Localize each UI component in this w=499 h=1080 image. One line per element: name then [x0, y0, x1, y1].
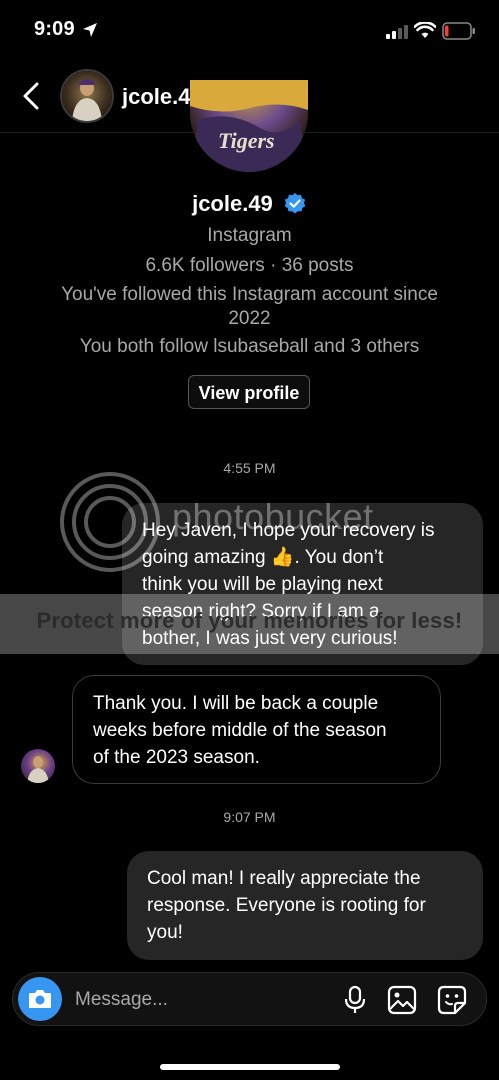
- photobucket-logo-icon: [60, 472, 160, 572]
- profile-username: jcole.49: [192, 191, 273, 217]
- mutual-followers: You both follow lsubaseball and 3 others: [79, 336, 420, 357]
- message-line: of the 2023 season.: [93, 747, 260, 768]
- message-composer: [12, 972, 487, 1026]
- view-profile-button[interactable]: View profile: [188, 375, 310, 409]
- sent-message-bubble[interactable]: Cool man! I really appreciate the respon…: [127, 851, 483, 960]
- svg-text:Tigers: Tigers: [218, 128, 275, 153]
- wifi-icon: [414, 22, 436, 38]
- status-bar: 9:09: [0, 0, 499, 62]
- avatar-photo-icon: [72, 79, 102, 121]
- watermark-brand: photobucket: [172, 496, 374, 537]
- followed-since-line2: 2022: [228, 308, 271, 329]
- chevron-left-icon[interactable]: [18, 80, 46, 112]
- followed-since-line1: You've followed this Instagram account s…: [61, 284, 438, 305]
- message-line: going amazing 👍. You don’t: [142, 547, 384, 568]
- avatar-photo-icon: Tigers: [190, 80, 308, 172]
- sender-avatar[interactable]: [21, 749, 55, 783]
- profile-avatar[interactable]: Tigers: [190, 80, 308, 172]
- location-arrow-icon: [83, 23, 97, 37]
- cellular-signal-icon: [386, 25, 408, 39]
- battery-icon: [442, 22, 475, 40]
- message-line: response. Everyone is rooting for: [147, 895, 426, 916]
- received-message-bubble[interactable]: Thank you. I will be back a couple weeks…: [72, 675, 441, 784]
- sticker-icon[interactable]: [437, 985, 467, 1015]
- message-line: Thank you. I will be back a couple: [93, 693, 379, 714]
- message-line: weeks before middle of the season: [93, 720, 387, 741]
- header-avatar[interactable]: [62, 71, 112, 121]
- message-timestamp: 9:07 PM: [223, 809, 276, 825]
- profile-stats: 6.6K followers · 36 posts: [145, 255, 354, 276]
- camera-button[interactable]: [18, 977, 62, 1021]
- watermark-banner-text: Protect more of your memories for less!: [36, 608, 463, 633]
- message-input[interactable]: [73, 985, 327, 1015]
- home-indicator[interactable]: [160, 1064, 340, 1070]
- verified-badge-icon: [284, 193, 306, 214]
- profile-name: jcole.49: [0, 190, 499, 217]
- message-line: Cool man! I really appreciate the: [147, 868, 421, 889]
- status-time: 9:09: [34, 18, 75, 40]
- microphone-icon[interactable]: [343, 985, 367, 1015]
- profile-platform: Instagram: [207, 225, 292, 246]
- image-icon[interactable]: [387, 985, 417, 1015]
- message-line: you!: [147, 922, 183, 943]
- avatar-photo-icon: [27, 756, 49, 783]
- camera-icon: [29, 990, 51, 1008]
